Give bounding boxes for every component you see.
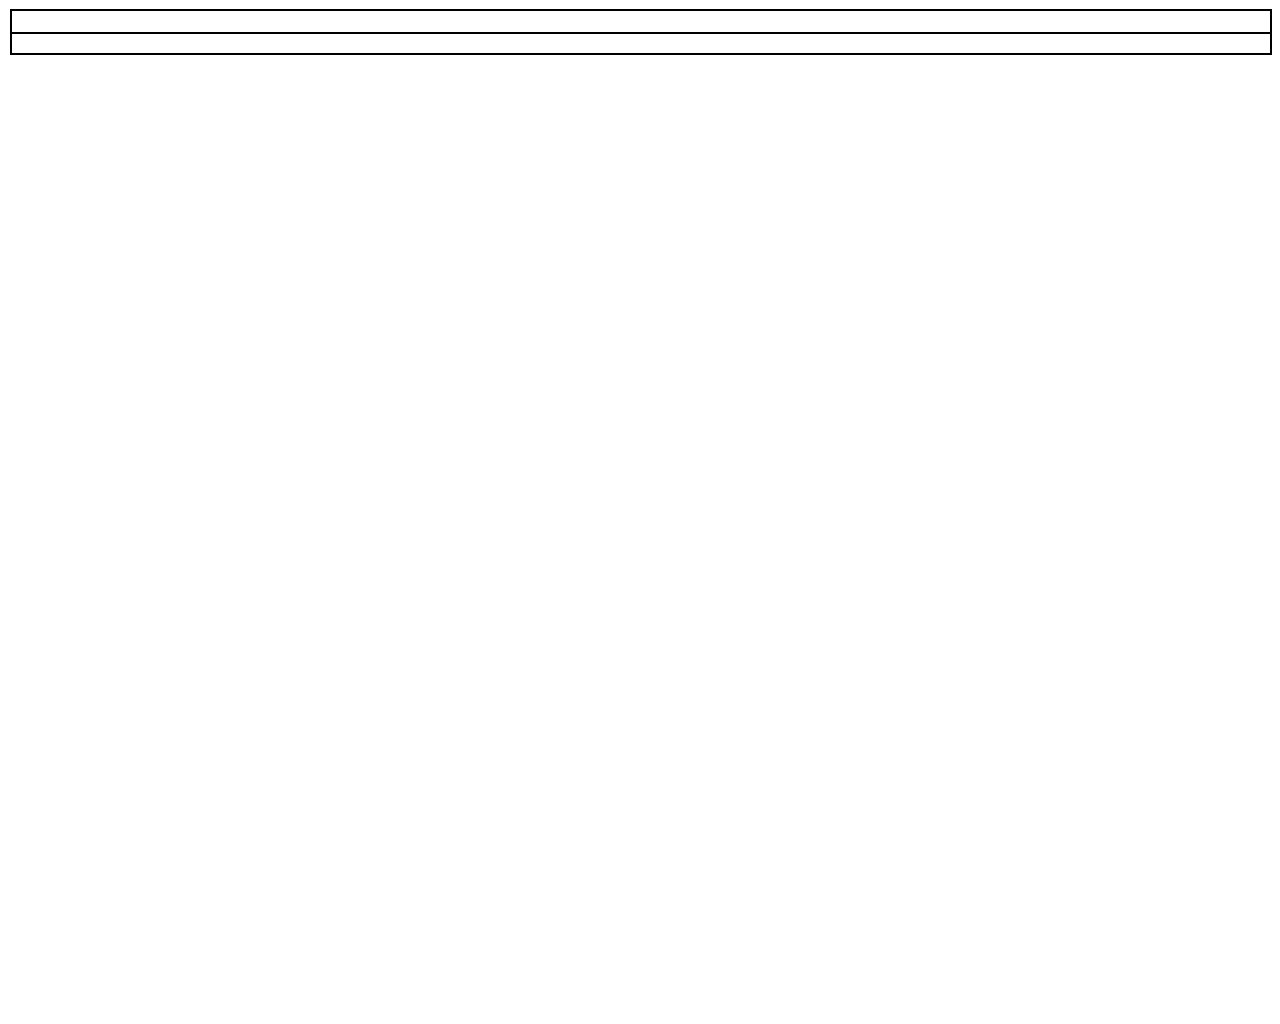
meteogram-page xyxy=(0,0,1280,1024)
legend-line-td2m xyxy=(14,367,102,370)
legend-line-t2m xyxy=(14,320,102,323)
legend-line-t700 xyxy=(14,461,102,464)
legend-line-t500 xyxy=(14,506,102,509)
meteogram-chart xyxy=(0,0,1280,1024)
legend-line-t850 xyxy=(14,414,102,417)
